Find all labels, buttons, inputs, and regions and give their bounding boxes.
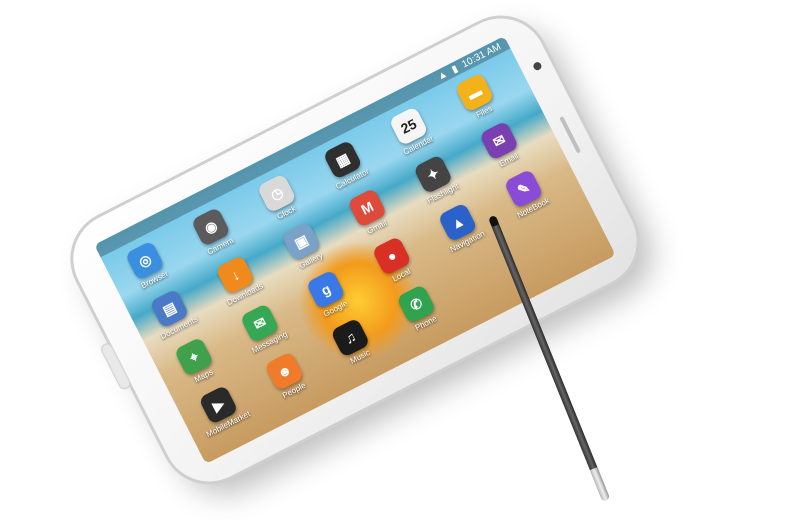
app-google[interactable]: g Google bbox=[294, 264, 363, 326]
app-flashlight[interactable]: ✦ Flashlight bbox=[401, 148, 470, 210]
app-music[interactable]: ♫ Music bbox=[319, 312, 388, 374]
app-messaging[interactable]: ✉ Messaging bbox=[228, 297, 297, 359]
app-phone[interactable]: ✆ Phone bbox=[384, 278, 453, 340]
app-documents[interactable]: ▤ Documents bbox=[138, 283, 207, 345]
app-downloads[interactable]: ↓ Downloads bbox=[204, 249, 273, 311]
wifi-icon: ▲ bbox=[435, 68, 450, 83]
earpiece-speaker bbox=[559, 116, 581, 154]
signal-icon: ▮ bbox=[449, 62, 460, 76]
stylus-end-cap bbox=[589, 467, 611, 502]
app-gallery[interactable]: ▣ Gallery bbox=[270, 215, 339, 277]
app-maps[interactable]: ⌖ Maps bbox=[162, 331, 231, 393]
app-people[interactable]: ☻ People bbox=[253, 345, 322, 407]
smartphone: ▲ ▮ 10:31 AM ◎ Browser ◉ Camera ◷ Clock ▦ Calcu… bbox=[57, 2, 653, 498]
app-local[interactable]: ● Local bbox=[360, 230, 429, 292]
app-email[interactable]: ✉ Email bbox=[467, 115, 536, 177]
home-button[interactable] bbox=[99, 341, 133, 392]
app-navigation[interactable]: ▲ Navigation bbox=[426, 196, 495, 258]
app-notebook[interactable]: ✎ NoteBook bbox=[492, 163, 561, 225]
app-gmail[interactable]: M Gmail bbox=[335, 182, 404, 244]
home-screen: ▲ ▮ 10:31 AM ◎ Browser ◉ Camera ◷ Clock ▦ Calcu… bbox=[94, 35, 616, 465]
app-mobilemarket[interactable]: ▶ MobileMarket bbox=[187, 379, 256, 441]
front-camera bbox=[532, 60, 543, 72]
product-scene: ▲ ▮ 10:31 AM ◎ Browser ◉ Camera ◷ Clock ▦ Calcu… bbox=[0, 0, 800, 520]
